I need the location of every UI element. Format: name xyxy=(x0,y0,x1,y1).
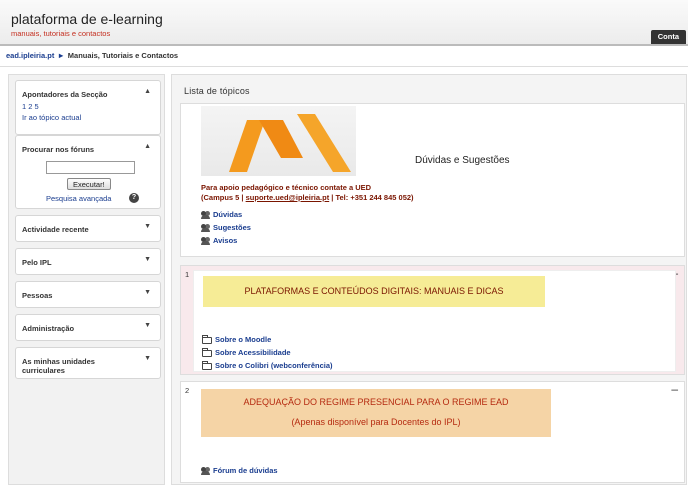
forum-icon xyxy=(201,466,211,475)
forum-icon xyxy=(201,223,211,232)
link-label: Avisos xyxy=(213,236,238,245)
block-title: Administração xyxy=(22,324,75,333)
block-ipl[interactable]: Pelo IPL ▼ xyxy=(15,248,161,275)
site-subtitle: manuais, tutoriais e contactos xyxy=(11,29,111,38)
forum-link-notices[interactable]: Avisos xyxy=(201,236,237,245)
link-label: Sobre Acessibilidade xyxy=(215,348,291,357)
breadcrumb-separator: ► xyxy=(57,51,65,60)
topic-number: 2 xyxy=(185,386,190,395)
forum-icon xyxy=(201,236,211,245)
block-administration[interactable]: Administração ▼ xyxy=(15,314,161,341)
account-button[interactable]: Conta xyxy=(650,30,686,44)
minus-icon[interactable]: – xyxy=(671,382,678,396)
block-title: Pelo IPL xyxy=(22,258,52,267)
topic-number: 1 xyxy=(185,270,190,279)
support-contact-line: Para apoio pedagógico e técnico contate … xyxy=(201,183,372,192)
breadcrumb-current: Manuais, Tutoriais e Contactos xyxy=(67,51,179,60)
chevron-up-icon[interactable]: ▲ xyxy=(144,143,151,150)
folder-link[interactable]: Sobre o Moodle xyxy=(202,335,271,344)
topic-content: PLATAFORMAS E CONTEÚDOS DIGITAIS: MANUAI… xyxy=(193,270,676,372)
block-recent-activity[interactable]: Actividade recente ▼ xyxy=(15,215,161,242)
folder-link[interactable]: Sobre Acessibilidade xyxy=(202,348,291,357)
link-label: Sobre o Colibri (webconferência) xyxy=(215,361,333,370)
chevron-down-icon[interactable]: ▼ xyxy=(144,355,151,362)
forum-link-doubts[interactable]: Dúvidas xyxy=(201,210,242,219)
block-people[interactable]: Pessoas ▼ xyxy=(15,281,161,308)
chevron-down-icon[interactable]: ▼ xyxy=(144,256,151,263)
link-label: Sugestões xyxy=(213,223,251,232)
section-link-2[interactable]: 2 xyxy=(28,102,32,111)
intro-section: Dúvidas e Sugestões Para apoio pedagógic… xyxy=(180,103,685,257)
chevron-down-icon[interactable]: ▼ xyxy=(144,322,151,329)
breadcrumb: ead.ipleiria.pt ► Manuais, Tutoriais e Con… xyxy=(6,51,178,60)
forum-search-input[interactable] xyxy=(46,161,135,174)
section-link-1[interactable]: 1 xyxy=(22,102,26,111)
brand-title: Dúvidas e Sugestões xyxy=(415,155,510,166)
topic-heading-banner: ADEQUAÇÃO DO REGIME PRESENCIAL PARA O RE… xyxy=(201,389,551,437)
forum-search-title: Procurar nos fóruns xyxy=(22,145,95,154)
advanced-search-link[interactable]: Pesquisa avançada xyxy=(46,194,111,203)
topic-heading-banner: PLATAFORMAS E CONTEÚDOS DIGITAIS: MANUAI… xyxy=(203,276,545,307)
link-label: Dúvidas xyxy=(213,210,243,219)
site-title[interactable]: plataforma de e-learning xyxy=(11,11,163,27)
section-links-block: Apontadores da Secção ▲ 1 2 5 Ir ao tópi… xyxy=(15,80,161,135)
block-title: Actividade recente xyxy=(22,225,89,234)
chevron-down-icon[interactable]: ▼ xyxy=(144,289,151,296)
link-label: Fórum de dúvidas xyxy=(213,466,278,475)
forum-search-block: Procurar nos fóruns ▲ Executar! Pesquisa… xyxy=(15,135,161,209)
support-contact-details: (Campus 5 | suporte.ued@ipleiria.pt | Te… xyxy=(201,193,414,202)
page-title: Lista de tópicos xyxy=(184,86,250,96)
divider xyxy=(0,66,688,67)
ued-logo xyxy=(201,106,356,176)
block-title: As minhas unidades curriculares xyxy=(22,357,95,375)
forum-link-suggestions[interactable]: Sugestões xyxy=(201,223,251,232)
block-title: Pessoas xyxy=(22,291,53,300)
main-content: Lista de tópicos Dúvidas e Sugestões Par… xyxy=(171,74,687,485)
folder-icon xyxy=(202,361,212,370)
sidebar: Apontadores da Secção ▲ 1 2 5 Ir ao tópi… xyxy=(8,74,165,485)
campus-text: (Campus 5 xyxy=(201,193,240,202)
current-topic-link[interactable]: Ir ao tópico actual xyxy=(22,113,81,122)
topic-section-1: 1 – PLATAFORMAS E CONTEÚDOS DIGITAIS: MA… xyxy=(180,265,685,375)
forum-icon xyxy=(201,210,211,219)
topic-heading: ADEQUAÇÃO DO REGIME PRESENCIAL PARA O RE… xyxy=(243,397,509,407)
chevron-down-icon[interactable]: ▼ xyxy=(144,223,151,230)
help-icon[interactable]: ? xyxy=(129,193,139,203)
phone-text: Tel: +351 244 845 052) xyxy=(335,193,414,202)
link-label: Sobre o Moodle xyxy=(215,335,272,344)
section-links-title: Apontadores da Secção xyxy=(22,90,108,99)
site-header: plataforma de e-learning manuais, tutori… xyxy=(0,0,688,46)
forum-link-qa[interactable]: Fórum de dúvidas xyxy=(201,466,278,475)
support-email-link[interactable]: suporte.ued@ipleiria.pt xyxy=(246,193,330,202)
search-execute-button[interactable]: Executar! xyxy=(67,178,111,190)
section-number-links: 1 2 5 xyxy=(22,102,39,111)
breadcrumb-home-link[interactable]: ead.ipleiria.pt xyxy=(6,51,54,60)
topic-subheading: (Apenas disponível para Docentes do IPL) xyxy=(291,417,461,427)
section-link-5[interactable]: 5 xyxy=(35,102,39,111)
folder-link[interactable]: Sobre o Colibri (webconferência) xyxy=(202,361,333,370)
chevron-up-icon[interactable]: ▲ xyxy=(144,88,151,95)
folder-icon xyxy=(202,335,212,344)
folder-icon xyxy=(202,348,212,357)
topic-section-2: 2 – ADEQUAÇÃO DO REGIME PRESENCIAL PARA … xyxy=(180,381,685,483)
block-my-courses[interactable]: As minhas unidades curriculares ▼ xyxy=(15,347,161,379)
